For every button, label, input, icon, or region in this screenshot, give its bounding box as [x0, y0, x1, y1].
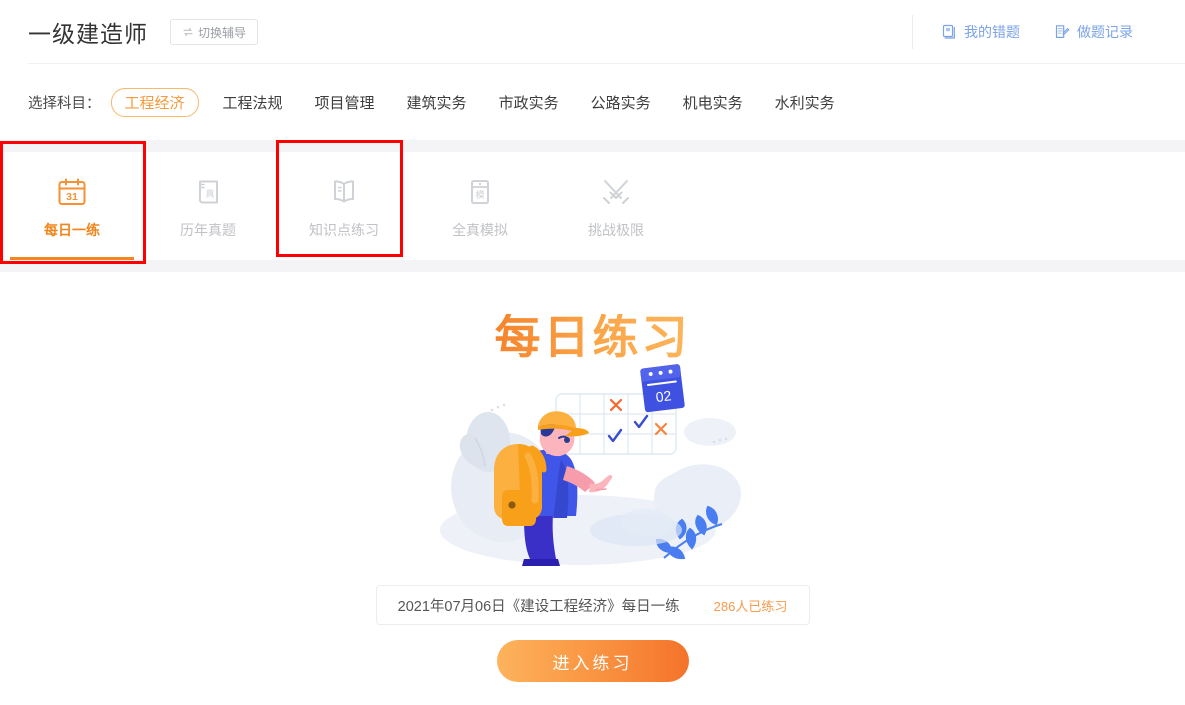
practice-record-label: 做题记录 [1077, 24, 1133, 40]
svg-text:真: 真 [205, 188, 214, 199]
tab-strip-bottom-band [0, 260, 1185, 272]
book-zhen-icon: 真 [189, 173, 227, 211]
header-actions: 我的错题 做题记录 [912, 0, 1157, 64]
subject-item-gongchengfagui[interactable]: 工程法规 [223, 92, 283, 113]
header-bottom-rule [28, 63, 1185, 64]
student-checking-calendar-illustration: 02 [428, 362, 758, 577]
tab-past-exams-label: 历年真题 [180, 221, 236, 238]
page-title: 一级建造师 [28, 21, 148, 47]
my-mistakes-link[interactable]: 我的错题 [941, 22, 1020, 42]
svg-text:02: 02 [654, 387, 672, 405]
tab-challenge-limit-label: 挑战极限 [588, 221, 644, 238]
svg-text:模: 模 [475, 190, 484, 200]
tab-past-exams[interactable]: 真 历年真题 [140, 152, 276, 260]
tab-strip-top-band [0, 140, 1185, 152]
tab-daily-practice[interactable]: 31 每日一练 [4, 152, 140, 260]
subject-item-shuilishiwu[interactable]: 水利实务 [775, 92, 835, 113]
swap-icon [182, 26, 194, 38]
subject-item-gongchengjingji[interactable]: 工程经济 [110, 87, 199, 117]
app-header: 一级建造师 切换辅导 我的错题 做题记录 [0, 0, 1185, 64]
switch-course-button[interactable]: 切换辅导 [170, 19, 259, 45]
subject-item-gongglushiwu[interactable]: 公路实务 [591, 92, 651, 113]
tab-knowledge-practice-label: 知识点练习 [309, 221, 379, 238]
subject-item-jidianshiwu[interactable]: 机电实务 [683, 92, 743, 113]
tab-challenge-limit[interactable]: 挑战极限 [548, 152, 684, 260]
my-mistakes-label: 我的错题 [964, 24, 1020, 40]
practice-mode-tabs: 31 每日一练 真 历年真题 知识点练习 模 全真模拟 挑战极限 [0, 140, 1185, 264]
switch-course-label: 切换辅导 [198, 25, 247, 40]
practice-record-link[interactable]: 做题记录 [1054, 22, 1133, 42]
subject-item-jianzhushiwu[interactable]: 建筑实务 [407, 92, 467, 113]
tab-daily-practice-label: 每日一练 [44, 221, 100, 238]
practice-info-bar[interactable]: 2021年07月06日《建设工程经济》每日一练 286人已练习 [375, 585, 810, 625]
svg-text:31: 31 [66, 191, 78, 203]
practice-info-text: 2021年07月06日《建设工程经济》每日一练 [397, 598, 680, 615]
tab-full-simulation[interactable]: 模 全真模拟 [412, 152, 548, 260]
daily-practice-panel: 每日练习 02 2021年07月06日《建设工程经济》每日一练 286人已练习 … [0, 272, 1185, 700]
paper-mo-icon: 模 [461, 173, 499, 211]
subject-item-xiangmuguanli[interactable]: 项目管理 [315, 92, 375, 113]
tab-knowledge-practice[interactable]: 知识点练习 [276, 152, 412, 260]
book-icon [941, 24, 957, 40]
open-book-icon [325, 173, 363, 211]
subject-selector: 选择科目： 工程经济 工程法规 项目管理 建筑实务 市政实务 公路实务 机电实务… [0, 64, 1185, 140]
calendar-31-icon: 31 [53, 173, 91, 211]
practice-count-badge: 286人已练习 [713, 598, 788, 614]
header-divider [912, 15, 913, 49]
enter-practice-button[interactable]: 进入练习 [496, 640, 689, 682]
subject-item-shizhengshiwu[interactable]: 市政实务 [499, 92, 559, 113]
note-pencil-icon [1054, 24, 1070, 40]
banner-title: 每日练习 [494, 311, 691, 363]
crossed-swords-icon [597, 173, 635, 211]
subject-selector-label: 选择科目： [28, 95, 101, 112]
tab-full-simulation-label: 全真模拟 [452, 221, 508, 238]
